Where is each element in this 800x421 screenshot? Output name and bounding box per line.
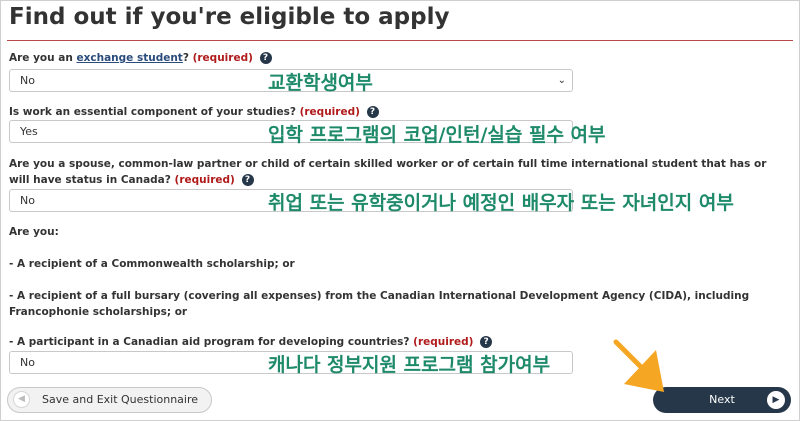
save-and-exit-button[interactable]: ◀ Save and Exit Questionnaire (7, 387, 212, 413)
question-exchange-label: Are you an exchange student? (required) … (9, 50, 789, 66)
chevron-down-icon: ⌄ (557, 75, 566, 86)
required-marker: (required) (413, 336, 474, 348)
list-item-commonwealth: - A recipient of a Commonwealth scholars… (9, 258, 295, 270)
list-item-cida: - A recipient of a full bursary (coverin… (9, 290, 750, 318)
arrow-left-icon: ◀ (13, 391, 30, 408)
page-title: Find out if you're eligible to apply (9, 4, 450, 30)
required-marker: (required) (174, 174, 235, 186)
required-marker: (required) (299, 106, 360, 118)
next-label: Next (709, 393, 735, 406)
exchange-student-link[interactable]: exchange student (77, 52, 183, 64)
required-marker: (required) (192, 52, 253, 64)
title-divider (7, 40, 793, 41)
question-spouse-label: Are you a spouse, common-law partner or … (9, 158, 767, 186)
annotation-work: 입학 프로그램의 코업/인턴/실습 필수 여부 (268, 124, 606, 146)
help-icon[interactable]: ? (241, 174, 254, 186)
help-icon[interactable]: ? (480, 336, 493, 348)
aid-program-value: No (20, 356, 35, 369)
next-button[interactable]: Next ▶ (653, 387, 791, 413)
annotation-exchange: 교환학생여부 (268, 72, 373, 94)
annotation-spouse: 취업 또는 유학중이거나 예정인 배우자 또는 자녀인지 여부 (268, 192, 734, 214)
help-icon[interactable]: ? (366, 106, 379, 118)
question-aid-label: - A participant in a Canadian aid progra… (9, 334, 789, 350)
save-and-exit-label: Save and Exit Questionnaire (42, 393, 199, 406)
spouse-value: No (20, 194, 35, 207)
question-work-label: Is work an essential component of your s… (9, 104, 789, 120)
work-component-value: Yes (20, 125, 38, 138)
are-you-heading: Are you: (9, 226, 59, 238)
pointer-arrow-icon (613, 339, 664, 392)
play-icon: ▶ (767, 391, 785, 409)
exchange-student-value: No (20, 74, 35, 87)
help-icon[interactable]: ? (259, 52, 272, 64)
annotation-aid: 캐나다 정부지원 프로그램 참가여부 (268, 354, 551, 376)
